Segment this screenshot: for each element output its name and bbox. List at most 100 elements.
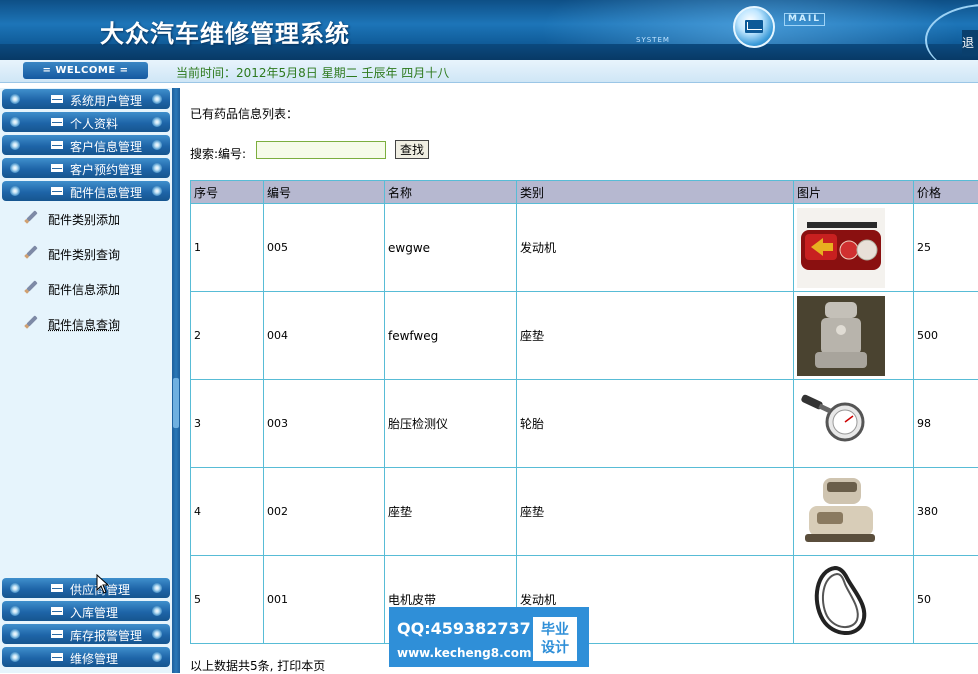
column-header: 序号 [191,181,264,204]
table-row: 1 005 ewgwe 发动机 [191,204,978,292]
envelope-icon [51,118,63,126]
menu-item-suppliers[interactable]: 供应商管理 [2,578,170,598]
bullet-icon [152,629,162,639]
bullet-icon [10,629,20,639]
tail-light-image [797,208,885,288]
watermark-badge-line: 毕业 [533,621,577,639]
bullet-icon [152,186,162,196]
cell-photo [794,292,914,380]
splitter-handle[interactable] [173,378,179,428]
bullet-icon [10,163,20,173]
submenu-item-label: 配件信息查询 [48,316,120,333]
pencil-icon [26,280,37,291]
menu-item-stock-in[interactable]: 入库管理 [2,601,170,621]
cell-index: 4 [191,468,264,556]
app-header: 大众汽车维修管理系统 SYSTEM MAIL 退 [0,0,978,60]
menu-item-label: 客户信息管理 [70,138,142,155]
envelope-icon [51,141,63,149]
cell-category: 轮胎 [517,380,794,468]
cell-photo [794,556,914,644]
envelope-icon [51,164,63,172]
cell-name: ewgwe [385,204,517,292]
mail-button[interactable] [733,6,775,48]
menu-item-label: 个人资料 [70,115,118,132]
cell-name: 胎压检测仪 [385,380,517,468]
app-title: 大众汽车维修管理系统 [100,14,350,49]
bullet-icon [152,652,162,662]
logout-link[interactable]: 退 [962,30,978,56]
pencil-icon [26,315,37,326]
submenu-item-label: 配件信息添加 [48,281,120,298]
cell-photo [794,468,914,556]
seat-cover-image [797,296,885,376]
search-button[interactable]: 查找 [395,140,429,159]
menu-item-label: 配件信息管理 [70,184,142,201]
cell-code: 002 [264,468,385,556]
tire-gauge-image [797,384,885,464]
cell-photo [794,380,914,468]
pencil-icon [26,210,37,221]
watermark-url: www.kecheng8.com [397,646,532,660]
mail-tag[interactable]: MAIL [784,13,825,26]
seat-cushion-image [797,472,885,552]
menu-item-parts-info[interactable]: 配件信息管理 [2,181,170,201]
watermark: QQ:459382737 www.kecheng8.com 毕业 设计 [389,607,589,667]
submenu-item-label: 配件类别查询 [48,246,120,263]
welcome-badge: = WELCOME = [23,62,148,79]
table-row: 2 004 fewfweg 座垫 500 [191,292,978,380]
envelope-icon [51,95,63,103]
cell-index: 5 [191,556,264,644]
menu-item-label: 库存报警管理 [70,627,142,644]
envelope-icon [51,607,63,615]
submenu-item-label: 配件类别添加 [48,211,120,228]
main-content: 已有药品信息列表： 搜索:编号: 查找 序号 编号 名称 类别 图片 价格 1 … [180,88,978,673]
table-row: 4 002 座垫 座垫 380 [191,468,978,556]
cell-photo [794,204,914,292]
mouse-cursor-icon [96,574,110,594]
bullet-icon [10,140,20,150]
sidebar-splitter[interactable] [172,88,180,673]
column-header: 价格 [914,181,978,204]
pencil-icon [26,245,37,256]
submenu-item-add-parts[interactable]: 配件信息添加 [24,279,164,299]
search-label: 搜索:编号: [190,145,246,162]
cell-category: 座垫 [517,292,794,380]
submenu-item-query-parts[interactable]: 配件信息查询 [24,314,164,334]
menu-item-appointments[interactable]: 客户预约管理 [2,158,170,178]
cell-index: 3 [191,380,264,468]
bullet-icon [10,583,20,593]
cell-name: fewfweg [385,292,517,380]
cell-category: 座垫 [517,468,794,556]
cell-price: 98 [914,380,978,468]
current-time: 当前时间：2012年5月8日 星期二 壬辰年 四月十八 [176,64,449,81]
menu-item-system-users[interactable]: 系统用户管理 [2,89,170,109]
bullet-icon [10,186,20,196]
cell-price: 25 [914,204,978,292]
column-header: 图片 [794,181,914,204]
table-summary: 以上数据共5条, 打印本页 [190,657,325,674]
list-title: 已有药品信息列表： [190,105,298,122]
menu-item-repairs[interactable]: 维修管理 [2,647,170,667]
sidebar: 系统用户管理 个人资料 客户信息管理 客户预约管理 配件信息管理 配件类别添加 … [0,88,172,673]
search-input[interactable] [256,141,386,159]
mail-icon [745,20,763,33]
column-header: 编号 [264,181,385,204]
bullet-icon [152,163,162,173]
cell-code: 004 [264,292,385,380]
bullet-icon [10,117,20,127]
submenu-item-add-category[interactable]: 配件类别添加 [24,209,164,229]
watermark-badge-line: 设计 [533,639,577,657]
cell-code: 003 [264,380,385,468]
cell-price: 500 [914,292,978,380]
menu-item-label: 入库管理 [70,604,118,621]
bullet-icon [152,583,162,593]
menu-item-label: 系统用户管理 [70,92,142,109]
menu-item-customer-info[interactable]: 客户信息管理 [2,135,170,155]
submenu-item-query-category[interactable]: 配件类别查询 [24,244,164,264]
menu-item-profile[interactable]: 个人资料 [2,112,170,132]
watermark-badge: 毕业 设计 [533,617,577,661]
bullet-icon [152,140,162,150]
system-tag: SYSTEM [636,36,670,44]
menu-item-stock-alarm[interactable]: 库存报警管理 [2,624,170,644]
bullet-icon [152,94,162,104]
